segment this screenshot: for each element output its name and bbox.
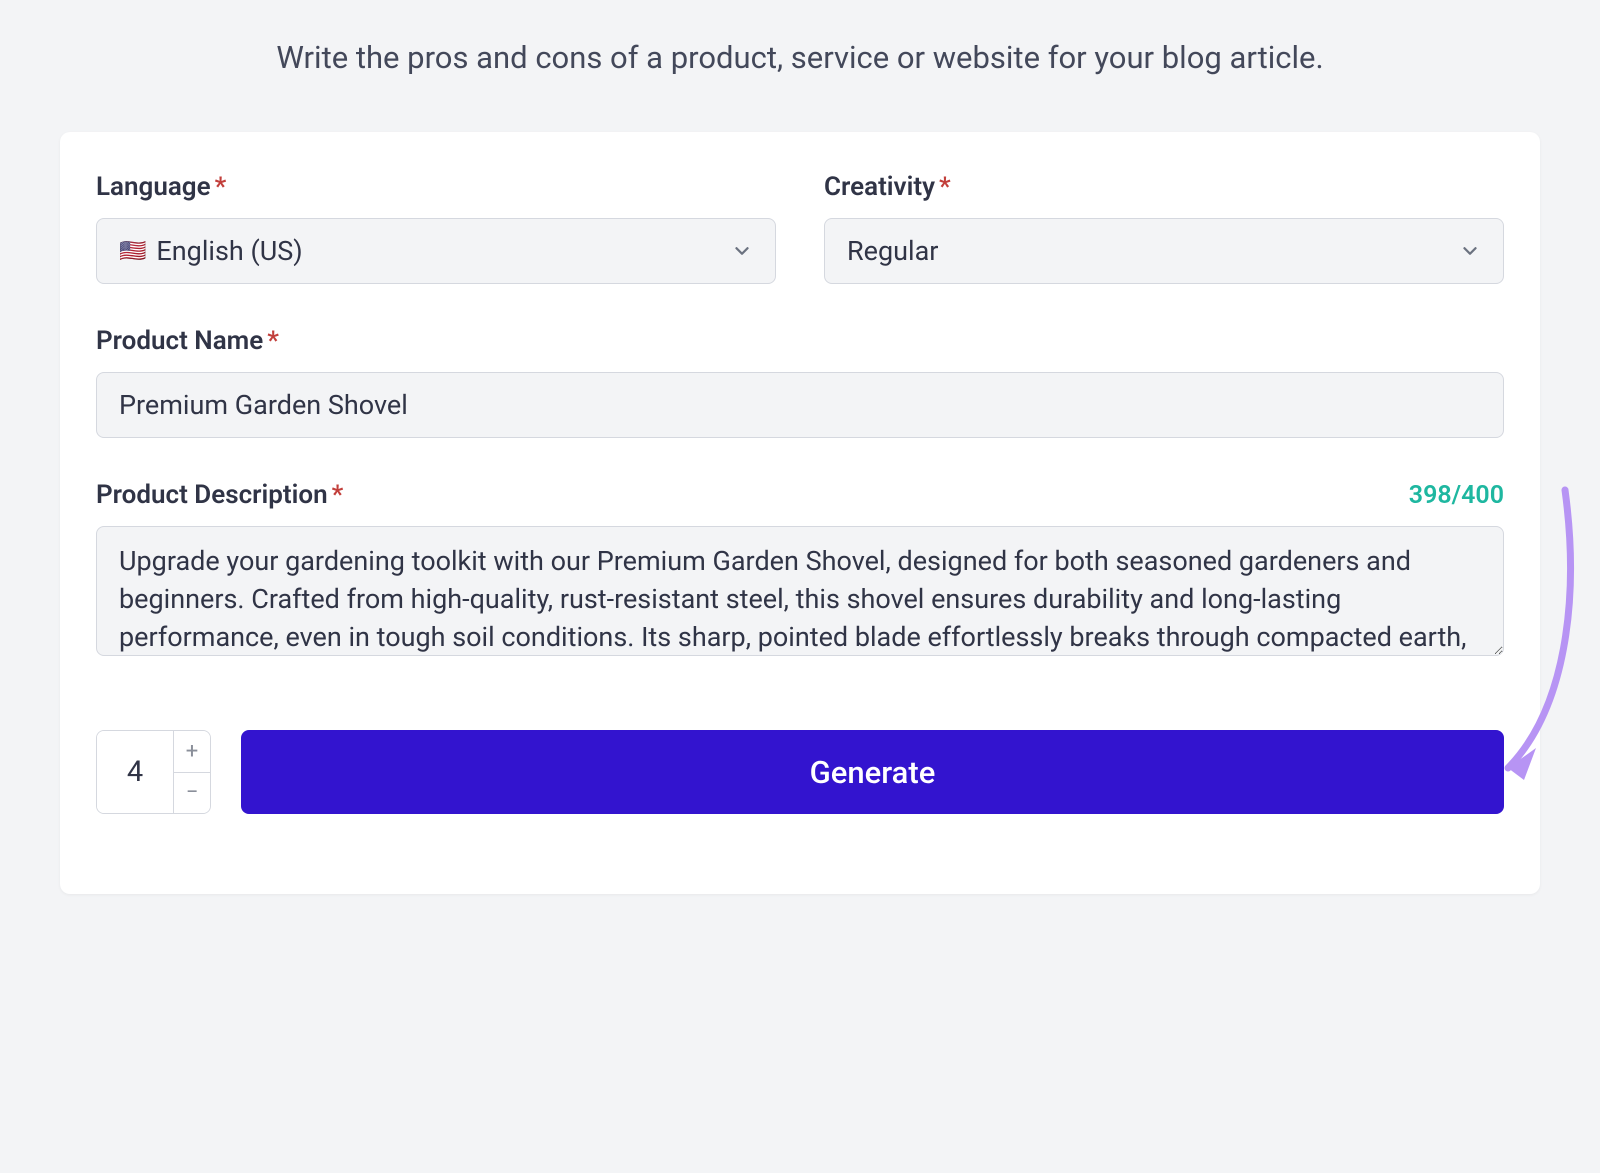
required-mark: * — [215, 172, 227, 202]
required-mark: * — [939, 172, 951, 202]
product-description-label: Product Description* — [96, 480, 343, 510]
chevron-down-icon — [1459, 240, 1481, 262]
form-card: Language* 🇺🇸 English (US) Creativity* — [60, 132, 1540, 894]
required-mark: * — [267, 326, 279, 356]
creativity-value: Regular — [847, 235, 938, 267]
creativity-label: Creativity* — [824, 172, 1504, 202]
creativity-select[interactable]: Regular — [824, 218, 1504, 284]
language-label: Language* — [96, 172, 776, 202]
product-name-label: Product Name* — [96, 326, 1504, 356]
chevron-down-icon — [731, 240, 753, 262]
flag-icon: 🇺🇸 — [119, 239, 146, 264]
quantity-increment[interactable]: + — [174, 731, 210, 773]
generate-button[interactable]: Generate — [241, 730, 1504, 814]
required-mark: * — [332, 480, 344, 510]
char-counter: 398/400 — [1409, 481, 1504, 510]
page-description: Write the pros and cons of a product, se… — [60, 0, 1540, 132]
product-description-textarea[interactable] — [96, 526, 1504, 656]
language-value: English (US) — [156, 235, 302, 267]
product-name-input[interactable] — [96, 372, 1504, 438]
language-select[interactable]: 🇺🇸 English (US) — [96, 218, 776, 284]
quantity-stepper[interactable]: 4 + − — [96, 730, 211, 814]
quantity-decrement[interactable]: − — [174, 773, 210, 814]
quantity-value: 4 — [97, 731, 173, 813]
